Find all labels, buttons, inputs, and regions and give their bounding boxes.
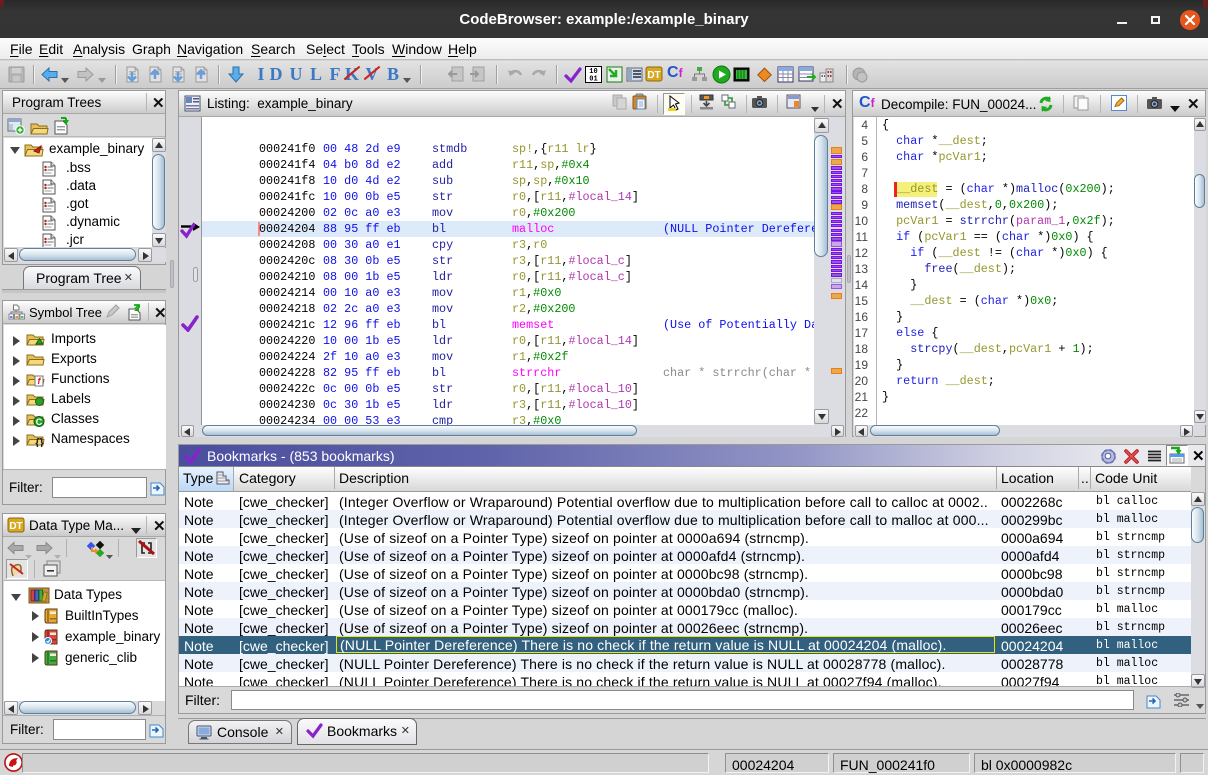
svg-text:01: 01: [589, 76, 597, 84]
svg-text:{}: {}: [35, 437, 44, 447]
svg-text:DT: DT: [9, 521, 22, 532]
svg-text:C: C: [36, 417, 43, 427]
svg-text:DT: DT: [647, 70, 660, 81]
